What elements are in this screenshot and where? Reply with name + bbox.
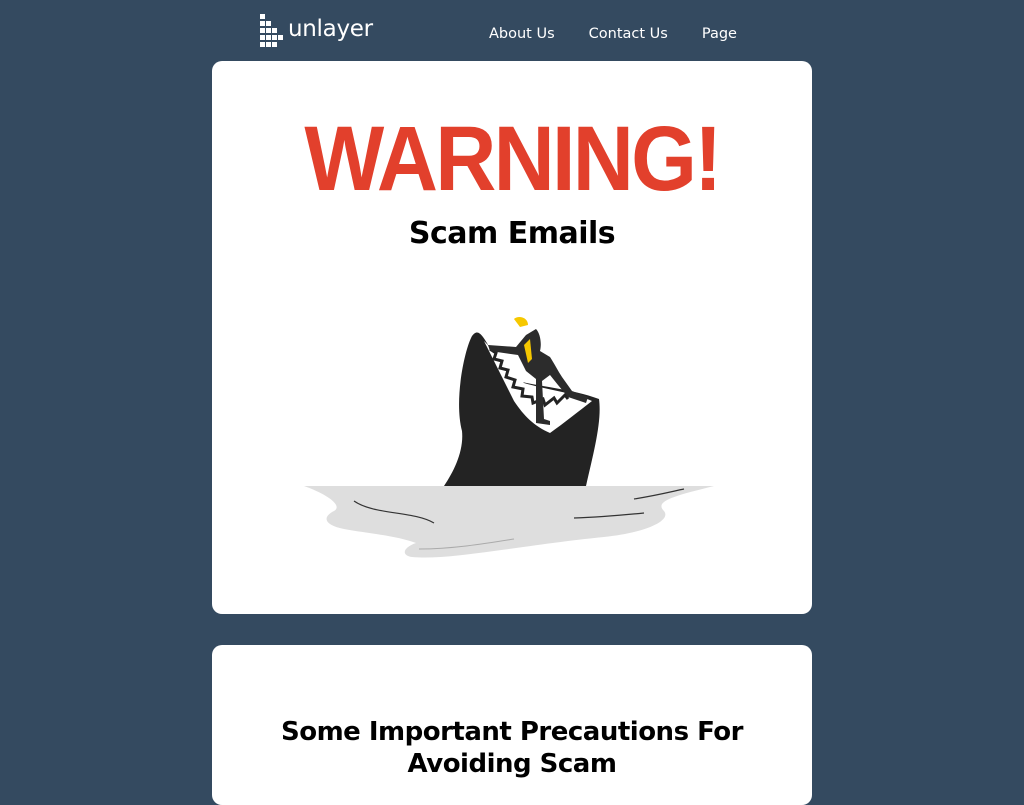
warning-title: WARNING! [304, 108, 722, 210]
precautions-title: Some Important Precautions For Avoiding … [280, 717, 744, 779]
nav-page[interactable]: Page [685, 24, 754, 44]
precautions-card: Some Important Precautions For Avoiding … [212, 645, 812, 805]
logo-icon [260, 14, 283, 47]
nav-about-us[interactable]: About Us [472, 24, 572, 44]
shark-attack-illustration-icon [304, 317, 714, 558]
logo[interactable]: unlayer [260, 13, 373, 49]
hero-card: WARNING! Scam Emails [212, 61, 812, 614]
logo-text: unlayer [288, 16, 373, 42]
nav-contact-us[interactable]: Contact Us [572, 24, 685, 44]
site-header: unlayer About Us Contact Us Page [0, 0, 1024, 61]
main-nav: About Us Contact Us Page [472, 24, 754, 44]
hero-subtitle: Scam Emails [408, 216, 616, 251]
